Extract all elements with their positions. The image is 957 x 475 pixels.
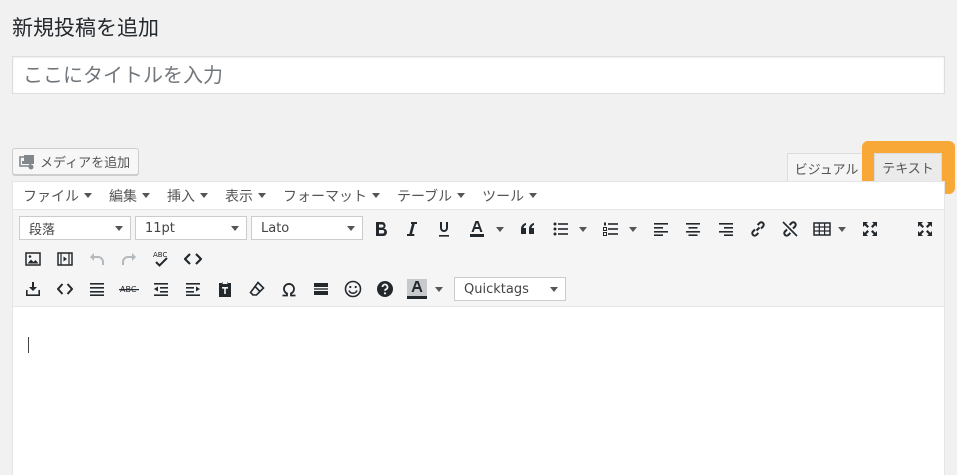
menu-format[interactable]: フォーマット <box>283 186 380 206</box>
image-icon[interactable] <box>21 247 45 271</box>
bold-icon[interactable] <box>369 217 393 241</box>
code-icon[interactable] <box>181 247 205 271</box>
align-right-icon[interactable] <box>714 217 738 241</box>
align-left-icon[interactable] <box>649 217 673 241</box>
chevron-down-icon[interactable] <box>579 227 587 232</box>
table-icon[interactable] <box>810 217 834 241</box>
add-media-label: メディアを追加 <box>40 156 131 171</box>
numbered-list-icon[interactable] <box>599 217 623 241</box>
chevron-down-icon <box>372 193 380 198</box>
chevron-down-icon <box>258 193 266 198</box>
indent-icon[interactable] <box>181 277 205 301</box>
chevron-down-icon <box>550 287 558 292</box>
tab-visual[interactable]: ビジュアル <box>787 153 866 182</box>
page-title: 新規投稿を追加 <box>12 16 159 40</box>
emoji-icon[interactable] <box>341 277 365 301</box>
editor-menubar: ファイル 編集 挿入 表示 フォーマット テーブル ツール <box>13 182 944 210</box>
distraction-free-icon[interactable] <box>913 217 937 241</box>
align-center-icon[interactable] <box>681 217 705 241</box>
spellcheck-icon[interactable]: ABC <box>149 247 173 271</box>
page-break-icon[interactable] <box>309 277 333 301</box>
help-icon[interactable] <box>373 277 397 301</box>
menu-insert[interactable]: 挿入 <box>167 186 208 206</box>
outdent-icon[interactable] <box>149 277 173 301</box>
chevron-down-icon[interactable] <box>496 227 504 232</box>
undo-icon[interactable] <box>85 247 109 271</box>
chevron-down-icon <box>200 193 208 198</box>
chevron-down-icon <box>142 193 150 198</box>
link-icon[interactable] <box>746 217 770 241</box>
clear-format-icon[interactable] <box>245 277 269 301</box>
code-tag-icon[interactable] <box>53 277 77 301</box>
paragraph-format-select[interactable]: 段落 <box>19 216 131 240</box>
chevron-down-icon[interactable] <box>435 287 443 292</box>
editor-content-area[interactable] <box>13 307 944 475</box>
menu-table[interactable]: テーブル <box>397 186 466 206</box>
chevron-down-icon <box>115 226 123 231</box>
paste-text-icon[interactable] <box>213 277 237 301</box>
blockquote-icon[interactable] <box>516 217 540 241</box>
add-media-icon <box>19 154 35 170</box>
text-cursor <box>28 337 29 353</box>
font-size-select[interactable]: 11pt <box>135 216 247 240</box>
fullscreen-icon[interactable] <box>858 217 882 241</box>
chevron-down-icon <box>84 193 92 198</box>
text-color-icon[interactable] <box>465 217 489 241</box>
menu-edit[interactable]: 編集 <box>109 186 150 206</box>
strikethrough-icon[interactable]: ABC <box>117 277 141 301</box>
toolbar-row-2: ABC <box>13 244 944 274</box>
chevron-down-icon <box>347 226 355 231</box>
unlink-icon[interactable] <box>778 217 802 241</box>
background-color-icon[interactable] <box>405 277 429 301</box>
menu-tools[interactable]: ツール <box>482 186 538 206</box>
tab-text[interactable]: テキスト <box>874 153 942 182</box>
chevron-down-icon <box>529 193 538 198</box>
bullet-list-icon[interactable] <box>549 217 573 241</box>
add-media-button[interactable]: メディアを追加 <box>12 148 140 175</box>
font-family-select[interactable]: Lato <box>251 216 363 240</box>
menu-file[interactable]: ファイル <box>23 186 92 206</box>
justify-icon[interactable] <box>85 277 109 301</box>
omega-icon[interactable] <box>277 277 301 301</box>
editor: ファイル 編集 挿入 表示 フォーマット テーブル ツール 段落 11pt La… <box>12 181 945 475</box>
chevron-down-icon <box>457 193 466 198</box>
redo-icon[interactable] <box>117 247 141 271</box>
toolbar-row-3: ABC Quicktags <box>13 274 944 304</box>
chevron-down-icon[interactable] <box>838 227 846 232</box>
svg-text:ABC: ABC <box>153 251 167 259</box>
post-title-input[interactable] <box>12 56 945 94</box>
quicktags-select[interactable]: Quicktags <box>454 277 566 301</box>
media-icon[interactable] <box>53 247 77 271</box>
menu-view[interactable]: 表示 <box>225 186 266 206</box>
insert-more-icon[interactable] <box>21 277 45 301</box>
chevron-down-icon[interactable] <box>629 227 637 232</box>
editor-toolbar: 段落 11pt Lato ABC ABC Quicktags <box>13 210 944 307</box>
italic-icon[interactable] <box>400 217 424 241</box>
underline-icon[interactable] <box>432 217 456 241</box>
chevron-down-icon <box>231 226 239 231</box>
toolbar-row-1: 段落 11pt Lato <box>13 214 944 244</box>
